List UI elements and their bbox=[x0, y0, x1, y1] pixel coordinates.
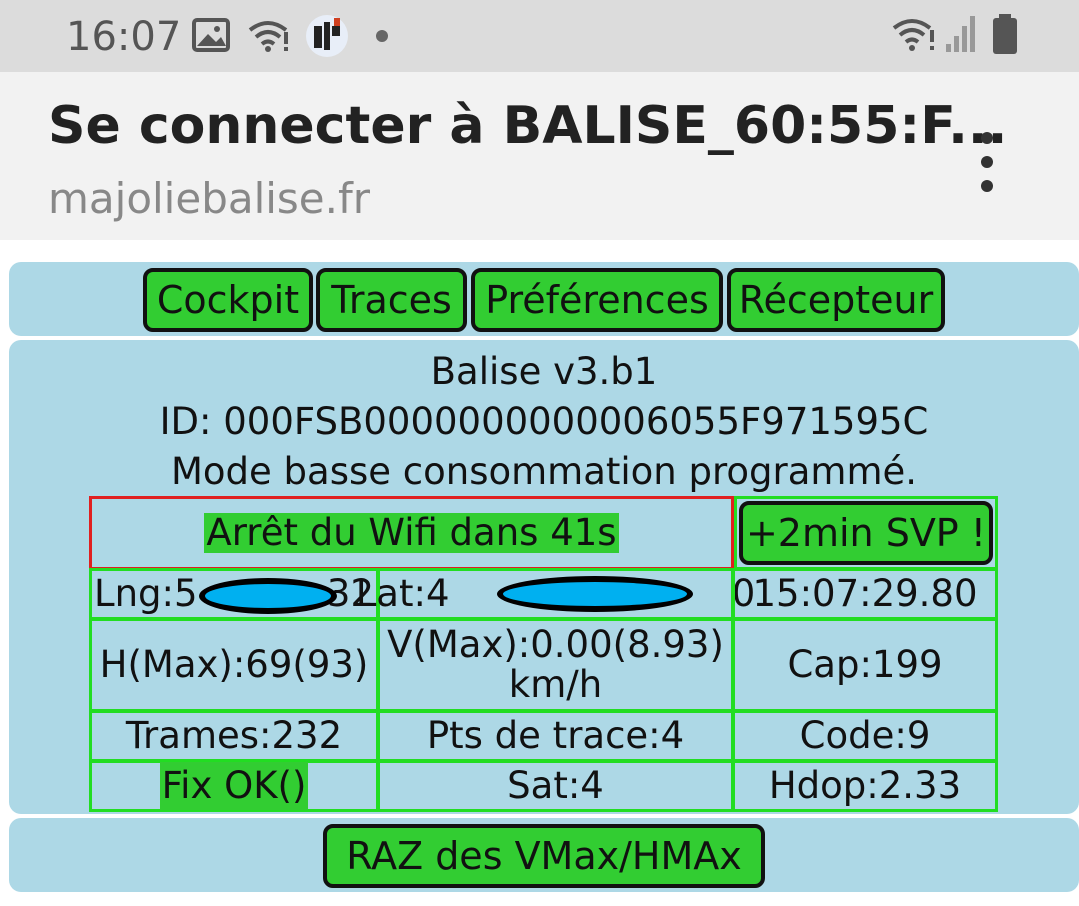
vmax-cell: V(Max):0.00(8.93) km/h bbox=[377, 618, 734, 712]
pts-trace-cell: Pts de trace:4 bbox=[377, 710, 734, 762]
fix-status: Fix OK() bbox=[159, 762, 309, 810]
status-bar: 16:07 bbox=[0, 0, 1079, 72]
wifi-alert-icon bbox=[248, 21, 288, 52]
main-panel: Balise v3.b1 ID: 000FSB0000000000006055F… bbox=[9, 340, 1079, 814]
cap-cell: Cap:199 bbox=[732, 618, 998, 712]
lat-redaction bbox=[497, 576, 693, 612]
more-notifications-dot-icon bbox=[376, 30, 388, 42]
browser-header: Se connecter à BALISE_60:55:F... majolie… bbox=[0, 72, 1079, 240]
cap-value: Cap:199 bbox=[787, 643, 943, 686]
hdop-cell: Hdop:2.33 bbox=[732, 760, 998, 812]
wifi-signal-icon bbox=[892, 19, 934, 51]
page-title: Se connecter à BALISE_60:55:F... bbox=[48, 96, 1008, 156]
tab-recepteur[interactable]: Récepteur bbox=[727, 268, 945, 332]
tab-cockpit[interactable]: Cockpit bbox=[143, 268, 313, 332]
status-time: 16:07 bbox=[66, 14, 182, 60]
v-max-unit: km/h bbox=[508, 663, 603, 706]
tab-traces[interactable]: Traces bbox=[316, 268, 467, 332]
cell-signal-icon bbox=[946, 16, 975, 52]
page-url: majoliebalise.fr bbox=[48, 174, 371, 223]
nav-panel: Cockpit Traces Préférences Récepteur bbox=[9, 262, 1079, 336]
hdop-value: Hdop:2.33 bbox=[768, 764, 962, 807]
lng-redaction bbox=[199, 578, 337, 614]
code-cell: Code:9 bbox=[732, 710, 998, 762]
app-notification-icon bbox=[306, 15, 348, 57]
battery-icon bbox=[993, 14, 1017, 54]
overflow-menu-icon[interactable] bbox=[968, 132, 1008, 192]
trames-value: Trames:232 bbox=[125, 714, 343, 757]
h-max-value: H(Max):69(93) bbox=[99, 643, 369, 686]
trames-cell: Trames:232 bbox=[89, 710, 379, 762]
time-cell: 15:07:29.80 bbox=[732, 568, 998, 620]
wifi-stop-cell: Arrêt du Wifi dans 41s bbox=[89, 496, 734, 570]
wifi-extend-cell: +2min SVP ! bbox=[734, 496, 998, 570]
reset-panel: RAZ des VMax/HMAx bbox=[9, 818, 1079, 892]
wifi-stop-text: Arrêt du Wifi dans 41s bbox=[204, 511, 619, 554]
pts-trace-value: Pts de trace:4 bbox=[426, 714, 685, 757]
extend-wifi-button[interactable]: +2min SVP ! bbox=[739, 501, 993, 565]
tab-preferences[interactable]: Préférences bbox=[471, 268, 723, 332]
device-id-text: ID: 000FSB0000000000006055F971595C bbox=[159, 400, 929, 443]
hmax-cell: H(Max):69(93) bbox=[89, 618, 379, 712]
fix-cell: Fix OK() bbox=[89, 760, 379, 812]
gallery-icon bbox=[192, 18, 230, 52]
sat-value: Sat:4 bbox=[507, 764, 604, 807]
version-text: Balise v3.b1 bbox=[430, 350, 658, 393]
sat-cell: Sat:4 bbox=[377, 760, 734, 812]
mode-text: Mode basse consommation programmé. bbox=[170, 450, 918, 493]
reset-vmax-hmax-button[interactable]: RAZ des VMax/HMAx bbox=[323, 824, 765, 888]
v-max-value: V(Max):0.00(8.93) bbox=[387, 623, 724, 666]
gps-time: 15:07:29.80 bbox=[752, 572, 978, 615]
code-value: Code:9 bbox=[799, 714, 931, 757]
